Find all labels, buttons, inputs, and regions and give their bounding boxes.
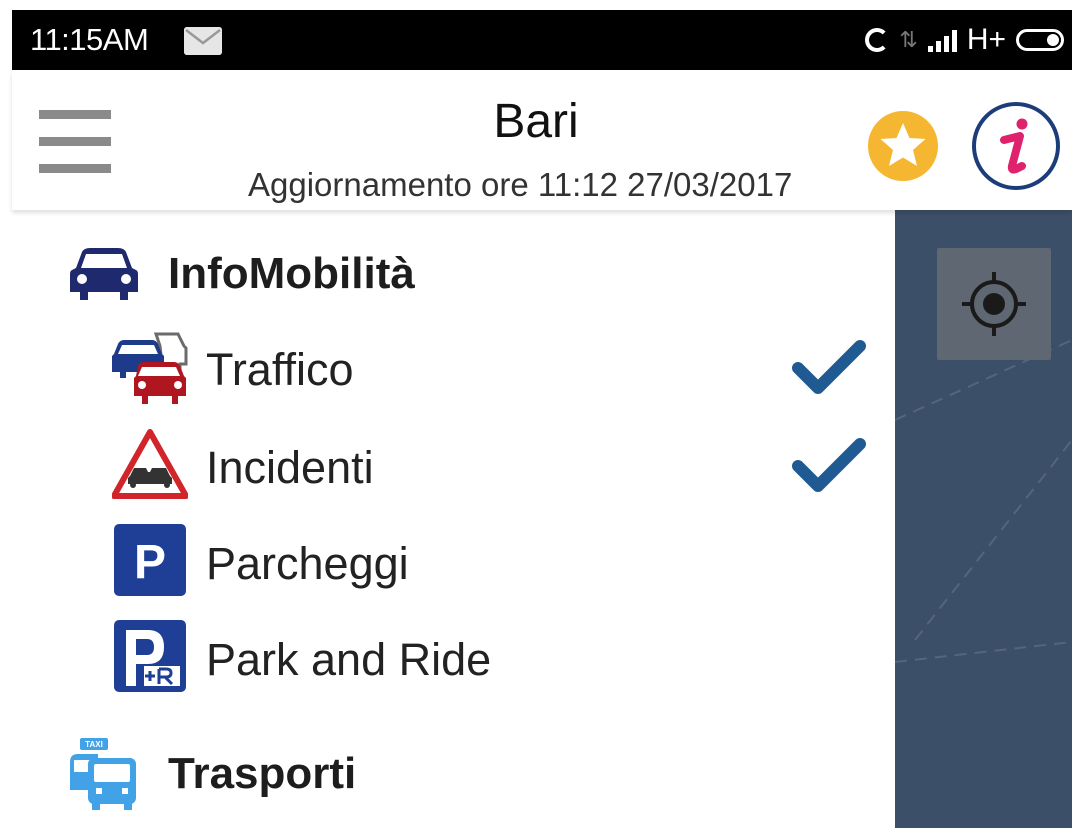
svg-text:P: P bbox=[134, 536, 166, 589]
map-view[interactable] bbox=[895, 210, 1072, 828]
status-indicators: ⇅ H+ bbox=[865, 22, 1064, 58]
park-and-ride-icon bbox=[114, 620, 186, 692]
menu-item-label: Parcheggi bbox=[206, 538, 409, 589]
last-update-label: Aggiornamento ore 11:12 27/03/2017 bbox=[248, 166, 793, 203]
locate-me-button[interactable] bbox=[937, 248, 1051, 360]
menu-item-parcheggi[interactable]: P Parcheggi bbox=[112, 524, 872, 604]
status-time: 11:15AM bbox=[30, 22, 149, 57]
svg-text:TAXI: TAXI bbox=[85, 740, 103, 749]
navigation-drawer: InfoMobilità Traffico Incidenti P Parche… bbox=[12, 210, 895, 828]
section-label: Trasporti bbox=[168, 749, 357, 798]
status-bar: 11:15AM ⇅ H+ bbox=[12, 10, 1072, 70]
signal-strength-icon bbox=[927, 28, 957, 52]
menu-item-traffico[interactable]: Traffico bbox=[112, 330, 872, 410]
app-header: Bari Aggiornamento ore 11:12 27/03/2017 bbox=[12, 70, 1072, 210]
menu-item-incidenti[interactable]: Incidenti bbox=[112, 428, 872, 508]
accident-warning-icon bbox=[112, 429, 188, 499]
traffic-icon bbox=[112, 332, 188, 404]
menu-item-label: Incidenti bbox=[206, 442, 374, 493]
network-type: H+ bbox=[966, 23, 1006, 56]
checkmark-icon bbox=[792, 438, 866, 492]
taxi-bus-icon: TAXI bbox=[70, 738, 136, 810]
mail-notification-icon bbox=[184, 27, 222, 55]
battery-icon bbox=[1016, 29, 1064, 51]
section-infomobilita[interactable]: InfoMobilità bbox=[68, 246, 415, 302]
section-label: InfoMobilità bbox=[168, 249, 415, 298]
menu-item-label: Traffico bbox=[206, 344, 354, 395]
checkmark-icon bbox=[792, 340, 866, 394]
section-trasporti[interactable]: TAXI Trasporti bbox=[68, 736, 356, 812]
parking-icon: P bbox=[114, 524, 186, 596]
app-screen: 11:15AM ⇅ H+ Bari Aggiornamento ore 11:1… bbox=[0, 0, 1072, 828]
menu-item-park-and-ride[interactable]: Park and Ride bbox=[112, 620, 872, 700]
info-icon[interactable] bbox=[970, 100, 1062, 192]
data-activity-icon: ⇅ bbox=[899, 27, 918, 52]
sync-icon bbox=[865, 28, 890, 52]
car-icon bbox=[70, 248, 138, 300]
menu-item-label: Park and Ride bbox=[206, 634, 492, 685]
favorite-star-icon[interactable] bbox=[867, 110, 939, 182]
crosshair-icon bbox=[962, 272, 1026, 336]
